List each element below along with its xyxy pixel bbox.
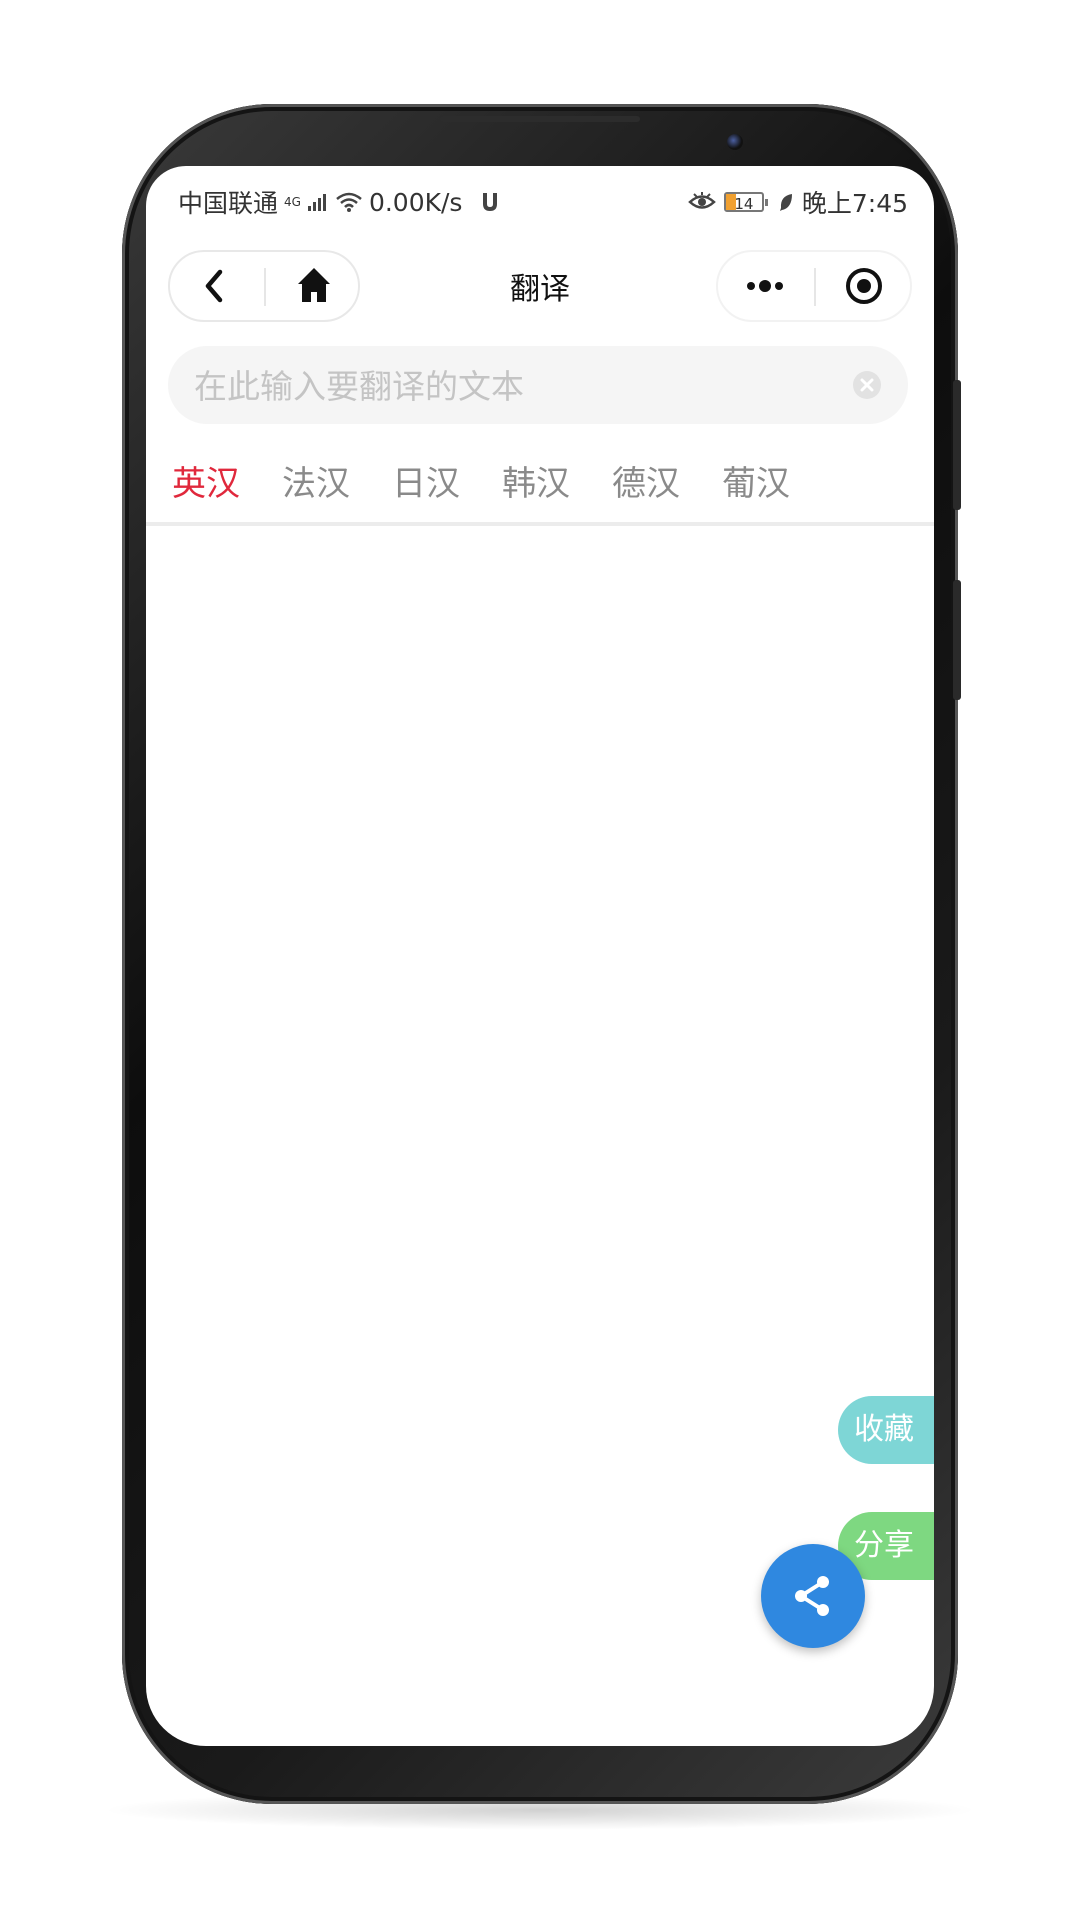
network-type: 4G: [284, 195, 301, 209]
status-right: 14 晚上7:45: [688, 184, 908, 220]
close-miniprogram-button[interactable]: [828, 260, 898, 312]
status-left: 中国联通 4G 0.00K/s: [178, 184, 502, 220]
more-menu-button[interactable]: [730, 260, 800, 312]
eye-icon: [688, 192, 716, 209]
clear-button[interactable]: [852, 370, 882, 400]
clear-icon: [853, 371, 881, 399]
nav-capsule-right: [716, 250, 912, 322]
front-camera: [727, 134, 743, 150]
signal-icon: [307, 194, 326, 211]
power-button: [953, 580, 961, 700]
tab-ko-zh[interactable]: 韩汉: [502, 456, 570, 505]
battery-icon: 14: [723, 192, 768, 213]
translate-input[interactable]: [192, 356, 836, 416]
clock: 晚上7:45: [801, 189, 908, 218]
app-notification-icon: [483, 193, 498, 211]
share-icon: [795, 1576, 829, 1616]
phone-screen: 中国联通 4G 0.00K/s 14 晚上7:45 翻译 在此输入要翻译的文本 …: [146, 166, 934, 1746]
tab-de-zh[interactable]: 德汉: [612, 456, 680, 505]
phone-earpiece: [440, 116, 640, 122]
collect-button[interactable]: 收藏: [838, 1396, 934, 1464]
tab-en-zh[interactable]: 英汉: [172, 456, 240, 505]
volume-button: [953, 380, 961, 510]
language-tabs: 英汉 法汉 日汉 韩汉 德汉 葡汉: [146, 446, 934, 526]
status-bar: 中国联通 4G 0.00K/s 14 晚上7:45: [146, 166, 934, 234]
share-fab-button[interactable]: [761, 1544, 865, 1648]
carrier-name: 中国联通: [178, 189, 279, 218]
network-speed: 0.00K/s: [368, 187, 463, 217]
battery-level: 14: [734, 195, 754, 213]
capsule-divider: [814, 268, 816, 306]
tabs-divider: [146, 522, 934, 526]
tab-pt-zh[interactable]: 葡汉: [722, 456, 790, 505]
tab-ja-zh[interactable]: 日汉: [392, 456, 460, 505]
tab-fr-zh[interactable]: 法汉: [282, 456, 350, 505]
search-box: [168, 346, 908, 424]
leaf-icon: [779, 194, 792, 211]
target-circle-icon: [846, 268, 882, 304]
stage: 中国联通 4G 0.00K/s 14 晚上7:45 翻译 在此输入要翻译的文本 …: [0, 0, 1080, 1920]
wifi-icon: [336, 192, 362, 212]
more-dots-icon: [747, 280, 783, 292]
